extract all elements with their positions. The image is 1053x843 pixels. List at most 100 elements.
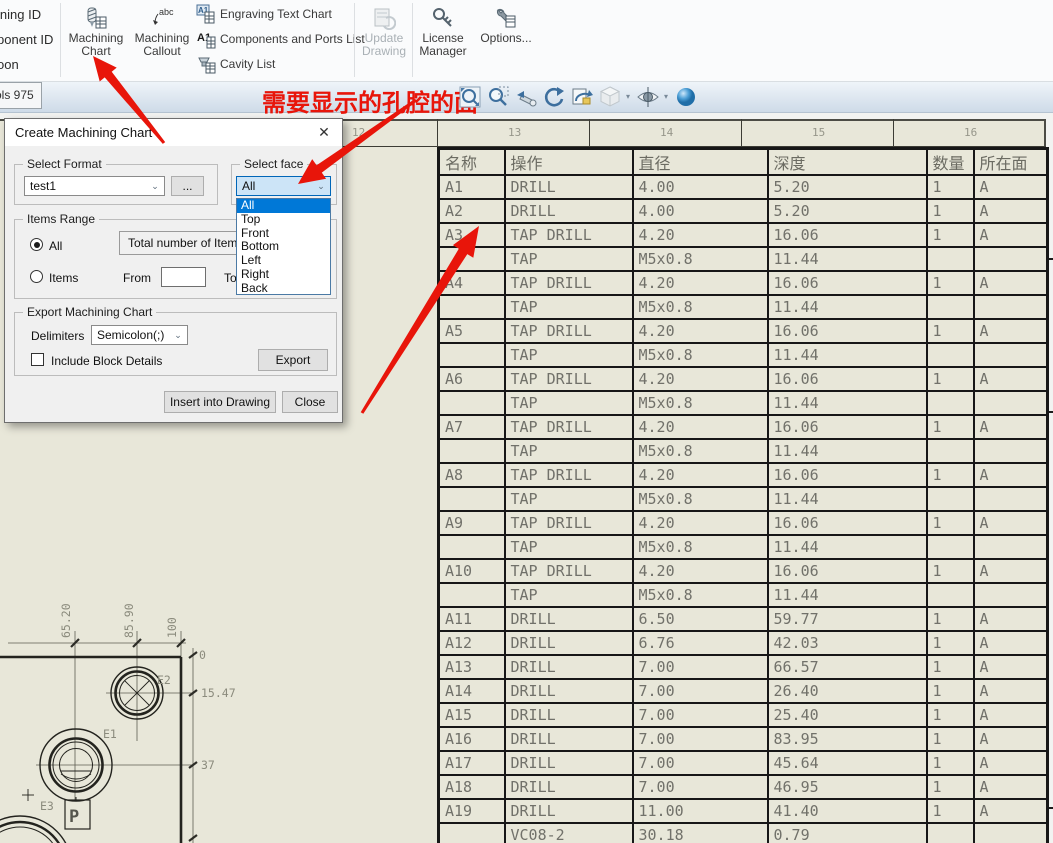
delimiters-combobox[interactable]: Semicolon(;) ⌄ xyxy=(91,325,188,345)
table-cell: M5x0.8 xyxy=(631,486,769,512)
close-icon[interactable]: ✕ xyxy=(314,123,334,141)
table-cell: A2 xyxy=(437,198,506,224)
radio-items[interactable] xyxy=(30,270,43,283)
components-list-icon: A1 xyxy=(196,29,216,49)
table-cell: DRILL xyxy=(503,174,634,200)
face-option-top[interactable]: Top xyxy=(237,212,330,227)
display-style-caret-icon[interactable]: ▾ xyxy=(626,85,634,109)
table-cell: A xyxy=(972,366,1049,392)
table-cell: 11.44 xyxy=(766,438,928,464)
table-cell: A xyxy=(972,750,1049,776)
close-button[interactable]: Close xyxy=(282,391,338,413)
from-input[interactable] xyxy=(161,267,206,287)
table-row: A3 TAP DRILL 4.20 16.06 1 A xyxy=(437,222,1049,248)
table-row: A1 DRILL 4.00 5.20 1 A xyxy=(437,174,1049,200)
table-row: TAP M5x0.8 11.44 xyxy=(437,342,1049,368)
table-row: A13 DRILL 7.00 66.57 1 A xyxy=(437,654,1049,680)
table-cell xyxy=(972,534,1049,560)
update-drawing-button[interactable]: Update Drawing xyxy=(358,2,410,78)
drawing-label: 65.20 xyxy=(59,603,73,638)
table-cell xyxy=(972,486,1049,512)
browse-format-button[interactable]: ... xyxy=(171,176,204,196)
cavity-list-icon xyxy=(196,54,216,74)
table-cell: 1 xyxy=(925,678,975,704)
flyout-item-machining-id[interactable]: ining ID xyxy=(0,7,41,22)
table-cell: 83.95 xyxy=(766,726,928,752)
table-cell: 1 xyxy=(925,198,975,224)
table-cell: 6.50 xyxy=(631,606,769,632)
table-cell: 4.20 xyxy=(631,558,769,584)
display-style-icon[interactable] xyxy=(598,85,622,109)
export-button[interactable]: Export xyxy=(258,349,328,371)
format-combobox[interactable]: test1 ⌄ xyxy=(24,176,165,196)
table-cell: 1 xyxy=(925,558,975,584)
hide-show-caret-icon[interactable]: ▾ xyxy=(664,85,672,109)
ribbon-separator xyxy=(412,3,413,77)
table-cell: DRILL xyxy=(503,630,634,656)
document-tab[interactable]: ols 975 xyxy=(0,82,42,109)
license-manager-button[interactable]: License Manager xyxy=(416,2,470,78)
zoom-to-area-icon[interactable] xyxy=(486,85,510,109)
table-cell: 16.06 xyxy=(766,414,928,440)
table-cell: 1 xyxy=(925,798,975,824)
zoom-previous-icon[interactable] xyxy=(514,85,538,109)
machining-chart-button[interactable]: Machining Chart xyxy=(64,2,128,78)
table-cell: 1 xyxy=(925,462,975,488)
table-cell: A6 xyxy=(437,366,506,392)
table-cell: A4 xyxy=(437,270,506,296)
table-cell: 4.20 xyxy=(631,222,769,248)
zoom-to-fit-icon[interactable] xyxy=(458,85,482,109)
flyout-item-component-id[interactable]: ponent ID xyxy=(0,32,53,47)
radio-all[interactable] xyxy=(30,238,43,251)
table-cell xyxy=(972,582,1049,608)
view-toolbar: ols 975 需要显示的孔腔的面 ▾ ▾ xyxy=(0,82,1053,117)
table-cell: A1 xyxy=(437,174,506,200)
table-cell: TAP DRILL xyxy=(503,558,634,584)
table-cell: 16.06 xyxy=(766,510,928,536)
flyout-item-balloon[interactable]: oon xyxy=(0,57,19,72)
table-cell: 16.06 xyxy=(766,222,928,248)
table-cell: TAP xyxy=(503,294,634,320)
components-and-ports-list-button[interactable]: A1 Components and Ports List xyxy=(196,29,365,53)
table-row: A11 DRILL 6.50 59.77 1 A xyxy=(437,606,1049,632)
face-option-front[interactable]: Front xyxy=(237,226,330,241)
table-cell: TAP DRILL xyxy=(503,414,634,440)
table-row: TAP M5x0.8 11.44 xyxy=(437,534,1049,560)
table-cell: A xyxy=(972,702,1049,728)
table-cell: 16.06 xyxy=(766,318,928,344)
face-option-back[interactable]: Back xyxy=(237,281,330,296)
face-option-all[interactable]: All xyxy=(237,198,330,213)
shaded-sphere-icon[interactable] xyxy=(674,85,698,109)
face-option-bottom[interactable]: Bottom xyxy=(237,240,330,254)
table-header-cell: 直径 xyxy=(631,147,769,176)
chevron-down-icon: ⌄ xyxy=(317,181,325,191)
3d-drawing-view-icon[interactable] xyxy=(570,85,594,109)
options-button[interactable]: Options... xyxy=(478,2,534,78)
table-cell: A11 xyxy=(437,606,506,632)
face-combobox[interactable]: All ⌄ xyxy=(236,176,331,196)
rotate-view-icon[interactable] xyxy=(542,85,566,109)
table-cell xyxy=(437,294,506,320)
hide-show-items-icon[interactable] xyxy=(636,85,660,109)
table-cell xyxy=(925,582,975,608)
table-cell: 30.18 xyxy=(631,822,769,843)
table-row: A8 TAP DRILL 4.20 16.06 1 A xyxy=(437,462,1049,488)
dialog-titlebar[interactable]: Create Machining Chart ✕ xyxy=(5,119,342,146)
table-cell: A xyxy=(972,270,1049,296)
insert-into-drawing-button[interactable]: Insert into Drawing xyxy=(164,391,276,413)
table-cell: A xyxy=(972,654,1049,680)
radio-all-label: All xyxy=(49,239,63,253)
include-block-details-checkbox[interactable] xyxy=(31,353,44,366)
face-option-left[interactable]: Left xyxy=(237,254,330,268)
table-cell: 1 xyxy=(925,174,975,200)
cavity-list-button[interactable]: Cavity List xyxy=(196,54,275,78)
table-row: A10 TAP DRILL 4.20 16.06 1 A xyxy=(437,558,1049,584)
table-cell: 4.20 xyxy=(631,510,769,536)
face-option-right[interactable]: Right xyxy=(237,267,330,282)
table-cell: 7.00 xyxy=(631,702,769,728)
table-cell: A3 xyxy=(437,222,506,248)
table-cell: 1 xyxy=(925,270,975,296)
machining-callout-button[interactable]: abc Machining Callout xyxy=(130,2,194,78)
engraving-text-chart-button[interactable]: A1 Engraving Text Chart xyxy=(196,4,332,28)
table-cell: A xyxy=(972,462,1049,488)
